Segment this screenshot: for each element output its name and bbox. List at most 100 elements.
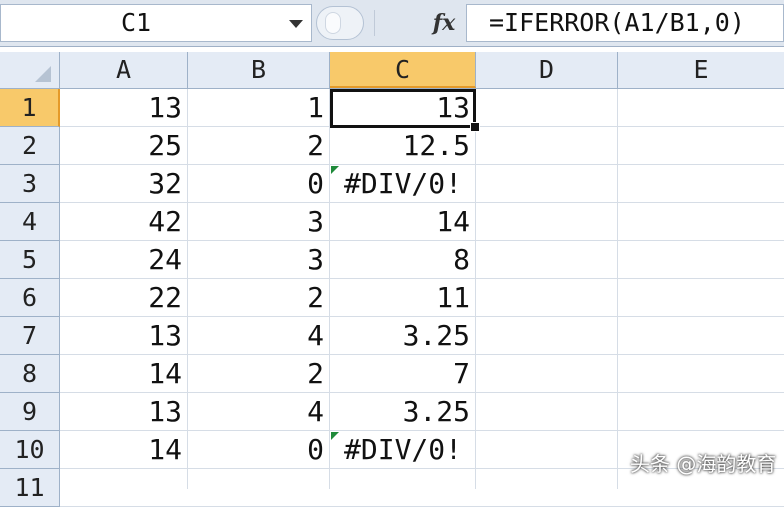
cell-e3[interactable]	[618, 165, 784, 203]
cell-e9[interactable]	[618, 393, 784, 431]
cell-d2[interactable]	[476, 127, 618, 165]
cell-a4[interactable]: 42	[60, 203, 188, 241]
cell-b9[interactable]: 4	[188, 393, 330, 431]
cell-e5[interactable]	[618, 241, 784, 279]
cell-b3[interactable]: 0	[188, 165, 330, 203]
error-indicator-icon[interactable]	[331, 432, 339, 440]
cell-b10[interactable]: 0	[188, 431, 330, 469]
cell-a2[interactable]: 25	[60, 127, 188, 165]
cell-e1[interactable]	[618, 89, 784, 127]
cell-c10[interactable]: #DIV/0!	[330, 431, 476, 469]
cell-value: 8	[453, 243, 470, 276]
column-header-b[interactable]: B	[188, 52, 330, 88]
column-header-d[interactable]: D	[476, 52, 618, 88]
cell-c5[interactable]: 8	[330, 241, 476, 279]
row-header-4[interactable]: 4	[0, 203, 60, 241]
cell-value: 14	[148, 433, 182, 466]
row-header-2[interactable]: 2	[0, 127, 60, 165]
cell-c11[interactable]	[330, 469, 476, 507]
cell-e4[interactable]	[618, 203, 784, 241]
cell-d1[interactable]	[476, 89, 618, 127]
cell-a5[interactable]: 24	[60, 241, 188, 279]
column-header-c[interactable]: C	[330, 52, 476, 88]
cell-b6[interactable]: 2	[188, 279, 330, 317]
cell-c9[interactable]: 3.25	[330, 393, 476, 431]
cell-d9[interactable]	[476, 393, 618, 431]
cell-a3[interactable]: 32	[60, 165, 188, 203]
fill-handle[interactable]	[470, 122, 480, 132]
cell-e8[interactable]	[618, 355, 784, 393]
cell-a6[interactable]: 22	[60, 279, 188, 317]
cell-e2[interactable]	[618, 127, 784, 165]
cell-a11[interactable]	[60, 469, 188, 507]
cell-d3[interactable]	[476, 165, 618, 203]
cell-b8[interactable]: 2	[188, 355, 330, 393]
cell-a1[interactable]: 13	[60, 89, 188, 127]
cell-c4[interactable]: 14	[330, 203, 476, 241]
cell-d7[interactable]	[476, 317, 618, 355]
cell-d11[interactable]	[476, 469, 618, 507]
row-header-10[interactable]: 10	[0, 431, 60, 469]
row-header-11[interactable]: 11	[0, 469, 60, 507]
cell-b7[interactable]: 4	[188, 317, 330, 355]
cell-grid: 13 1 13 25 2 12.5 32 0 #DIV/0! 42 3 14 24 3 8 22 2 11 13 4 3…	[60, 89, 784, 507]
row-header-7[interactable]: 7	[0, 317, 60, 355]
cell-e7[interactable]	[618, 317, 784, 355]
cell-b5[interactable]: 3	[188, 241, 330, 279]
error-indicator-icon[interactable]	[331, 166, 339, 174]
cell-a7[interactable]: 13	[60, 317, 188, 355]
cell-value: 0	[307, 167, 324, 200]
cell-a8[interactable]: 14	[60, 355, 188, 393]
formula-bar-grip[interactable]	[316, 6, 364, 40]
active-cell-border	[330, 89, 476, 128]
cell-e6[interactable]	[618, 279, 784, 317]
cell-value: 14	[436, 205, 470, 238]
formula-text[interactable]: =IFERROR(A1/B1,0)	[489, 5, 745, 41]
cell-a9[interactable]: 13	[60, 393, 188, 431]
row-header-5[interactable]: 5	[0, 241, 60, 279]
cell-d6[interactable]	[476, 279, 618, 317]
cell-value: 32	[148, 167, 182, 200]
name-box[interactable]: C1	[0, 4, 312, 42]
cell-d5[interactable]	[476, 241, 618, 279]
column-header-e[interactable]: E	[618, 52, 784, 88]
cell-b11[interactable]	[188, 469, 330, 507]
cell-b2[interactable]: 2	[188, 127, 330, 165]
cell-value: 1	[307, 91, 324, 124]
column-header-bar: A B C D E	[0, 52, 784, 89]
cell-c2[interactable]: 12.5	[330, 127, 476, 165]
formula-input[interactable]: =IFERROR(A1/B1,0)	[466, 4, 784, 42]
row-header-6[interactable]: 6	[0, 279, 60, 317]
chevron-down-icon[interactable]	[289, 20, 303, 28]
select-all-icon	[35, 66, 51, 82]
cell-d4[interactable]	[476, 203, 618, 241]
cell-d8[interactable]	[476, 355, 618, 393]
cell-c6[interactable]: 11	[330, 279, 476, 317]
cell-value: 13	[148, 395, 182, 428]
row-header-8[interactable]: 8	[0, 355, 60, 393]
row-header-1[interactable]: 1	[0, 89, 60, 127]
cell-value: 2	[307, 357, 324, 390]
watermark: 头条 @海韵教育	[630, 452, 777, 476]
cell-a10[interactable]: 14	[60, 431, 188, 469]
cell-value: 14	[148, 357, 182, 390]
row-header-3[interactable]: 3	[0, 165, 60, 203]
insert-function-icon[interactable]: fx	[426, 6, 462, 40]
cell-value: 7	[453, 357, 470, 390]
cell-d10[interactable]	[476, 431, 618, 469]
cell-value: #DIV/0!	[344, 167, 463, 200]
cell-value: 3	[307, 243, 324, 276]
name-box-value[interactable]: C1	[1, 5, 271, 41]
row-header-9[interactable]: 9	[0, 393, 60, 431]
cell-b1[interactable]: 1	[188, 89, 330, 127]
select-all-button[interactable]	[0, 52, 60, 88]
cell-value: 4	[307, 395, 324, 428]
cell-b4[interactable]: 3	[188, 203, 330, 241]
cell-c3[interactable]: #DIV/0!	[330, 165, 476, 203]
cell-c8[interactable]: 7	[330, 355, 476, 393]
cell-c7[interactable]: 3.25	[330, 317, 476, 355]
column-header-a[interactable]: A	[60, 52, 188, 88]
cell-value: 3.25	[402, 395, 470, 428]
cell-value: 24	[148, 243, 182, 276]
cell-value: 13	[148, 319, 182, 352]
